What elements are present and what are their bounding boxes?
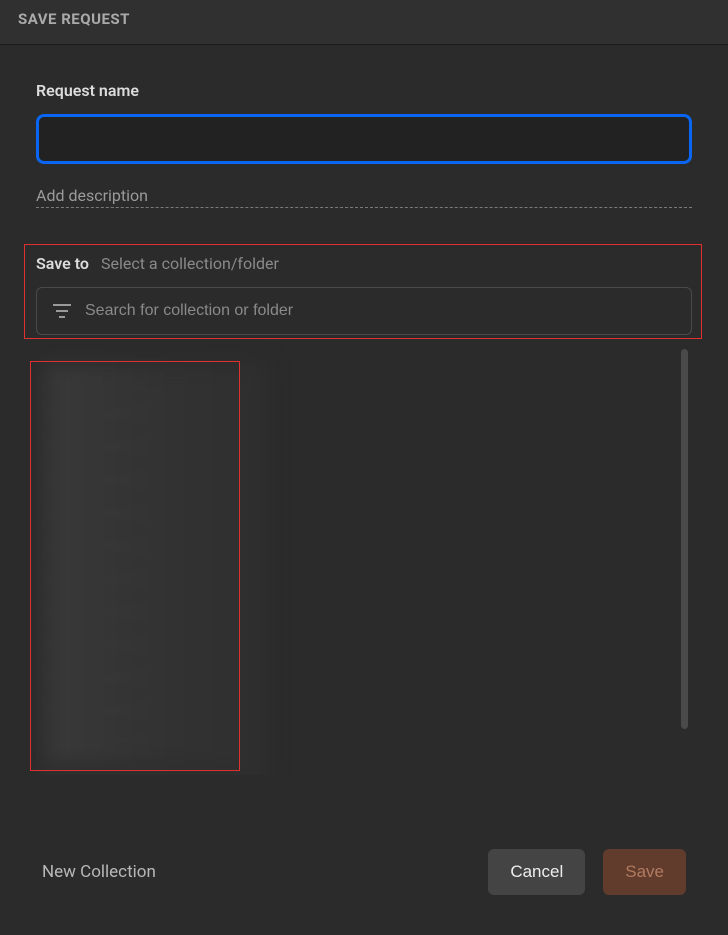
cancel-button[interactable]: Cancel: [488, 849, 585, 895]
collection-search-input[interactable]: [85, 302, 675, 320]
request-name-label: Request name: [36, 81, 692, 100]
dialog-title: SAVE REQUEST: [18, 10, 710, 28]
list-item: [48, 432, 254, 462]
list-item: [48, 696, 254, 726]
list-item: [48, 729, 254, 759]
list-item: [48, 465, 254, 495]
save-to-section: Save to Select a collection/folder: [36, 254, 692, 775]
filter-icon: [53, 304, 71, 318]
list-item: [48, 498, 254, 528]
collection-list-area: [36, 343, 692, 775]
dialog-header: SAVE REQUEST: [0, 0, 728, 45]
redacted-collection-items: [36, 363, 266, 775]
add-description-link[interactable]: Add description: [36, 186, 692, 208]
list-item: [48, 531, 254, 561]
save-to-header: Save to Select a collection/folder: [36, 254, 692, 273]
request-name-input[interactable]: [36, 114, 692, 164]
collection-search-wrapper[interactable]: [36, 287, 692, 335]
new-collection-link[interactable]: New Collection: [42, 862, 156, 882]
list-item: [48, 564, 254, 594]
dialog-body: Request name Add description Save to Sel…: [0, 45, 728, 821]
list-item: [48, 630, 254, 660]
dialog-footer: New Collection Cancel Save: [0, 821, 728, 935]
save-button[interactable]: Save: [603, 849, 686, 895]
list-item: [48, 663, 254, 693]
collection-list[interactable]: [36, 343, 692, 775]
list-item: [48, 597, 254, 627]
save-request-dialog: SAVE REQUEST Request name Add descriptio…: [0, 0, 728, 935]
save-to-label: Save to: [36, 254, 89, 273]
list-item: [48, 399, 254, 429]
list-item: [48, 366, 254, 396]
save-to-hint: Select a collection/folder: [101, 254, 279, 273]
scrollbar[interactable]: [681, 349, 688, 729]
